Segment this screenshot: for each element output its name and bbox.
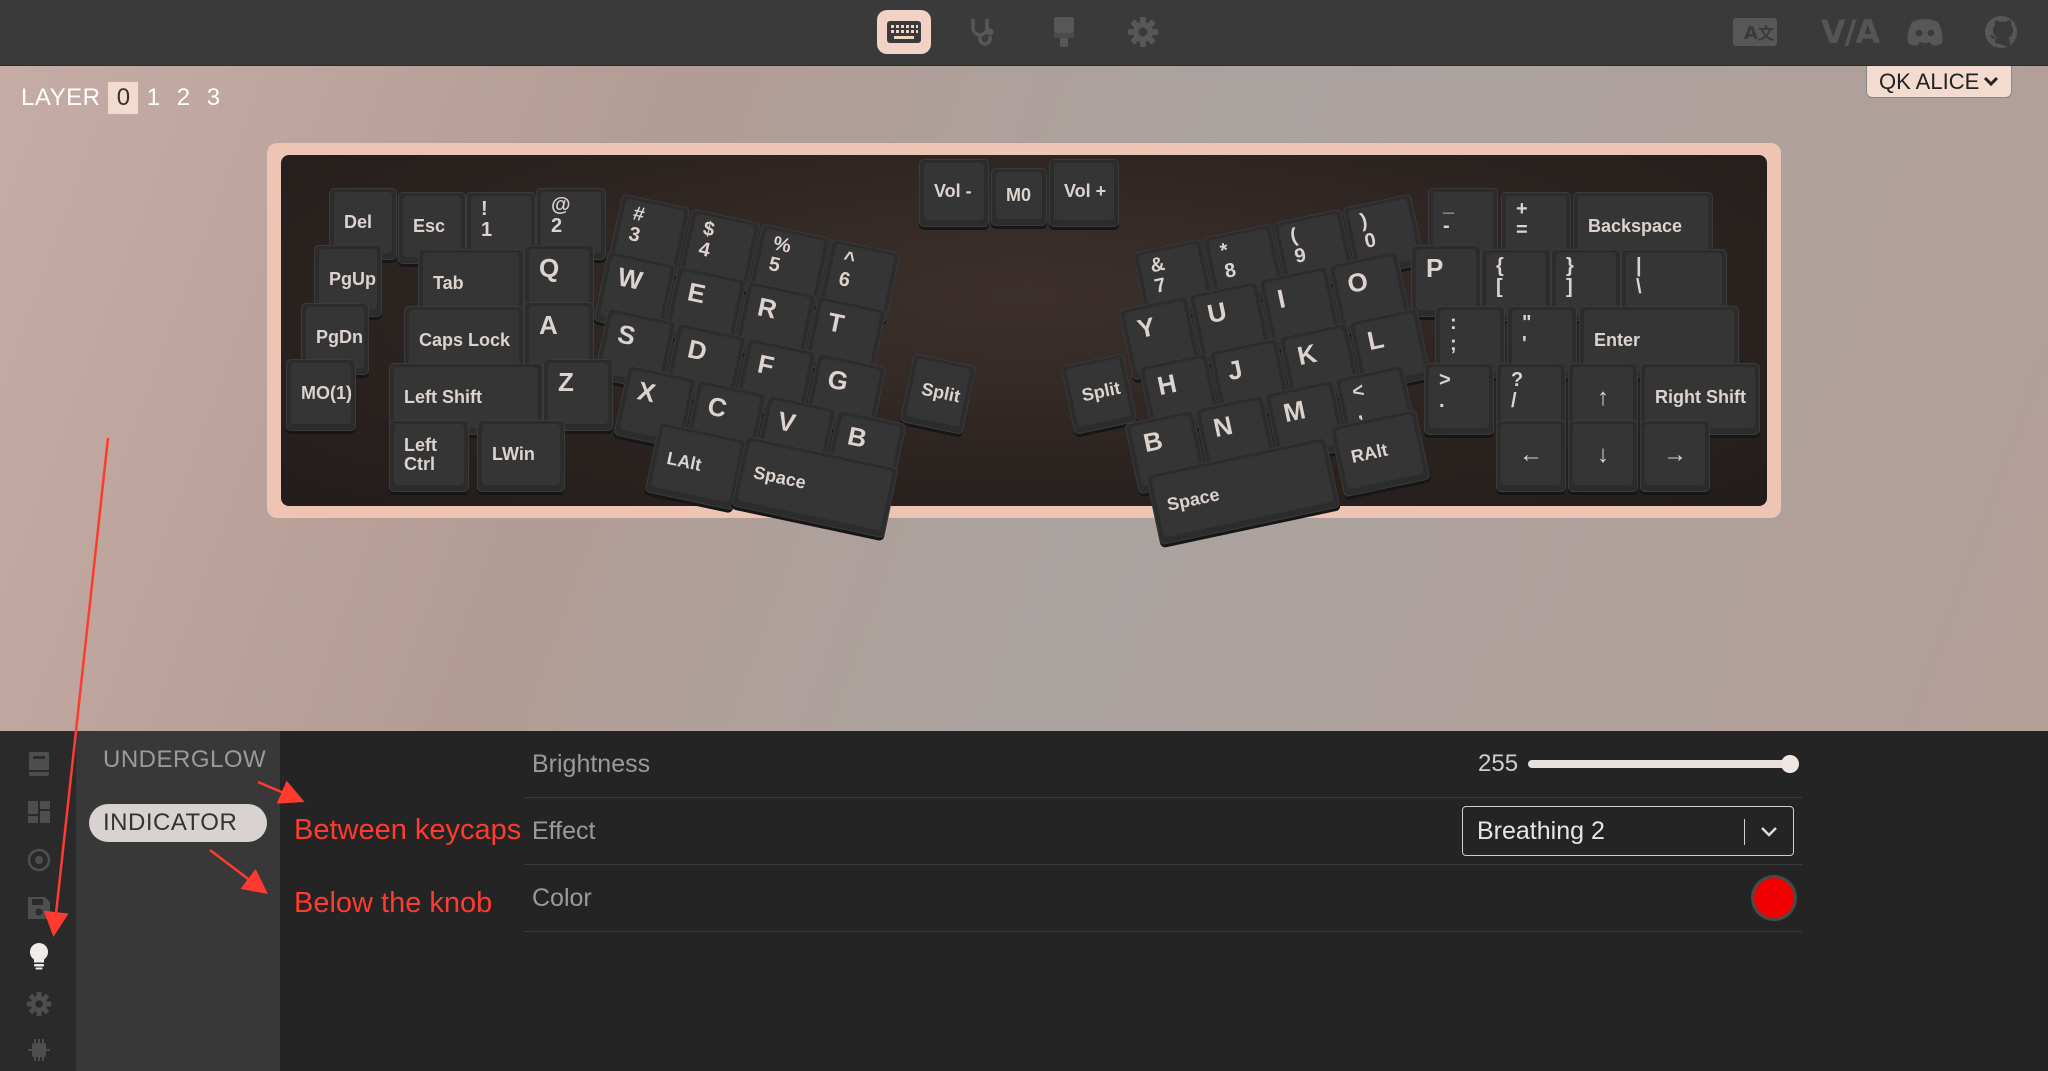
key-lwin[interactable]: LWin (477, 420, 565, 492)
brightness-value: 255 (1478, 750, 1519, 777)
key-vol-down[interactable]: Vol - (919, 159, 989, 227)
brightness-slider[interactable] (1528, 755, 1799, 773)
lighting-menu: UNDERGLOW INDICATOR (76, 731, 280, 1071)
github-icon[interactable] (1984, 14, 2018, 50)
key-arrow-right[interactable]: → (1640, 420, 1710, 492)
gear-icon[interactable] (22, 987, 56, 1021)
paintbrush-icon (1054, 17, 1074, 47)
effect-row: Effect Breathing 2 (524, 798, 1802, 865)
layer-0-button[interactable]: 0 (108, 82, 139, 114)
brightness-row: Brightness 255 (524, 731, 1802, 798)
menu-indicator[interactable]: INDICATOR (89, 804, 267, 842)
dropdown-separator (1744, 819, 1745, 845)
category-sidebar (0, 731, 76, 1071)
discord-icon[interactable] (1906, 14, 1944, 50)
color-row: Color (524, 865, 1802, 932)
dashboard-icon[interactable] (22, 795, 56, 829)
keyboard-icon (887, 21, 921, 43)
key-mo1[interactable]: MO(1) (286, 359, 356, 431)
lightbulb-icon[interactable] (22, 939, 56, 973)
key-period[interactable]: >. (1424, 363, 1494, 435)
settings-tab[interactable] (1116, 10, 1170, 54)
effect-dropdown[interactable]: Breathing 2 (1462, 806, 1794, 856)
layer-3-button[interactable]: 3 (198, 82, 228, 114)
keyboard-frame: Del PgUp PgDn MO(1) Esc ! 1 @2 #3 $4 % 5 ^… (267, 143, 1781, 546)
svg-text:A: A (1744, 23, 1758, 44)
stethoscope-icon (971, 19, 994, 46)
config-panel: UNDERGLOW INDICATOR Brightness 255 Effec… (0, 731, 2048, 1071)
keyboard-stage: LAYER 0 1 2 3 QK ALICE Del PgUp PgDn MO(… (0, 66, 2048, 731)
effect-label: Effect (532, 817, 596, 845)
via-logo[interactable]: V/A (1820, 13, 1880, 51)
keyboard-select-dropdown[interactable]: QK ALICE (1866, 66, 2012, 98)
target-icon[interactable] (22, 843, 56, 877)
brightness-slider-thumb[interactable] (1781, 755, 1799, 773)
save-icon[interactable] (22, 891, 56, 925)
chip-icon[interactable] (22, 1033, 56, 1067)
layer-2-button[interactable]: 2 (168, 82, 198, 114)
top-nav-bar: A 文 V/A (0, 0, 2048, 66)
color-picker-swatch[interactable] (1754, 878, 1794, 918)
key-split-right[interactable]: Split (1060, 353, 1138, 435)
gear-icon (1128, 17, 1158, 47)
annotation-below-knob: Below the knob (294, 887, 493, 919)
menu-underglow[interactable]: UNDERGLOW (89, 741, 267, 779)
effect-value: Breathing 2 (1477, 817, 1605, 845)
chevron-down-icon (1761, 827, 1777, 837)
key-left-ctrl[interactable]: Left Ctrl (389, 420, 469, 492)
key-m0[interactable]: M0 (991, 168, 1047, 226)
design-tab[interactable] (1037, 10, 1091, 54)
chevron-down-icon (1983, 76, 1999, 87)
keyboard-select-value: QK ALICE (1879, 69, 1980, 94)
book-icon[interactable] (22, 747, 56, 781)
layer-selector: LAYER 0 1 2 3 (21, 82, 228, 114)
svg-text:文: 文 (1758, 24, 1775, 43)
color-label: Color (532, 884, 592, 912)
annotation-between-keycaps: Between keycaps (294, 814, 522, 846)
layer-label: LAYER (21, 84, 101, 111)
configure-tab[interactable] (877, 10, 931, 54)
key-vol-up[interactable]: Vol + (1049, 159, 1119, 227)
keyboard-plate: Del PgUp PgDn MO(1) Esc ! 1 @2 #3 $4 % 5 ^… (281, 155, 1767, 546)
brightness-label: Brightness (532, 750, 651, 778)
layer-1-button[interactable]: 1 (138, 82, 168, 114)
key-split-left[interactable]: Split (899, 353, 977, 435)
key-arrow-down[interactable]: ↓ (1568, 420, 1638, 492)
key-arrow-left[interactable]: ← (1496, 420, 1566, 492)
test-tab[interactable] (955, 10, 1009, 54)
language-icon[interactable]: A 文 (1732, 14, 1778, 50)
